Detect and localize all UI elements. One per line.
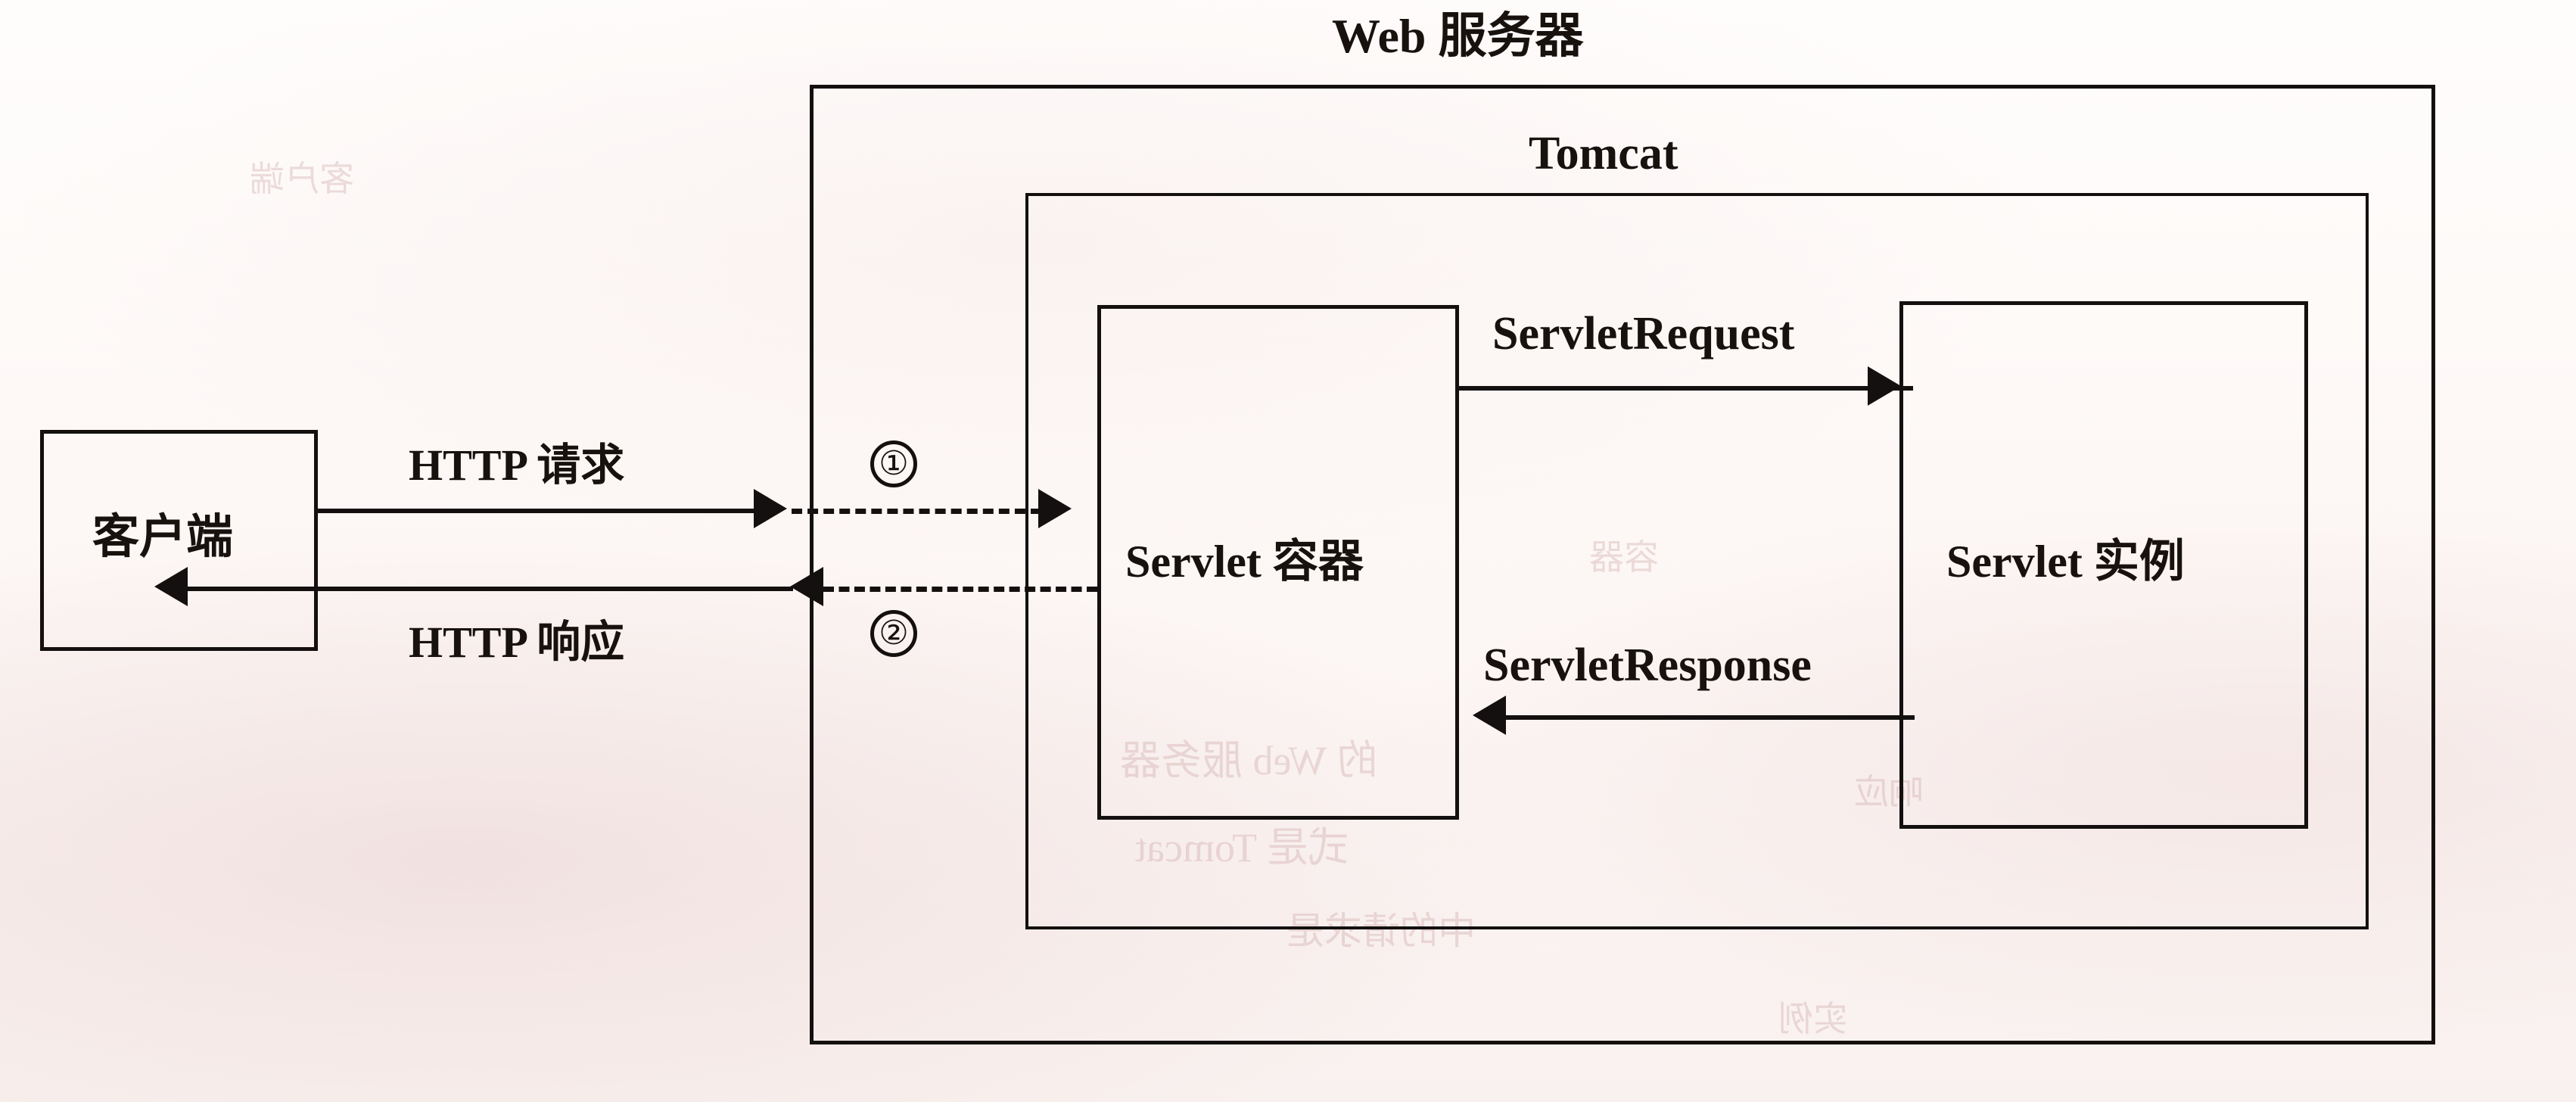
http-request-label: HTTP 请求 bbox=[409, 440, 625, 490]
http-request-arrowhead bbox=[754, 489, 787, 528]
tomcat-title: Tomcat bbox=[1529, 128, 1678, 179]
step-one-badge: ① bbox=[870, 440, 917, 487]
client-label: 客户端 bbox=[92, 509, 234, 564]
http-request-line bbox=[318, 509, 757, 513]
http-response-label: HTTP 响应 bbox=[409, 618, 625, 667]
step-two-dashed-line bbox=[823, 587, 1097, 592]
bleed-through-text: 客户端 bbox=[250, 160, 354, 198]
http-response-arrowhead bbox=[154, 567, 188, 606]
servlet-request-label: ServletRequest bbox=[1492, 308, 1795, 360]
diagram-canvas: 的 Web 服务器 式是 Tomcat 中的请求是 容器 客户端 响应 实例 W… bbox=[0, 0, 2576, 1102]
servlet-container-label: Servlet 容器 bbox=[1125, 537, 1364, 587]
step-one-arrowhead bbox=[1038, 489, 1072, 528]
servlet-request-line bbox=[1459, 386, 1913, 391]
http-response-line bbox=[188, 587, 793, 591]
servlet-response-line bbox=[1506, 715, 1915, 720]
step-two-arrowhead bbox=[790, 567, 823, 606]
servlet-instance-label: Servlet 实例 bbox=[1946, 537, 2185, 587]
servlet-response-label: ServletResponse bbox=[1483, 640, 1812, 691]
step-one-dashed-line bbox=[792, 509, 1041, 514]
step-two-badge: ② bbox=[870, 610, 917, 657]
servlet-request-arrowhead bbox=[1868, 366, 1901, 406]
servlet-response-arrowhead bbox=[1473, 696, 1506, 735]
web-server-title: Web 服务器 bbox=[1332, 9, 1584, 63]
